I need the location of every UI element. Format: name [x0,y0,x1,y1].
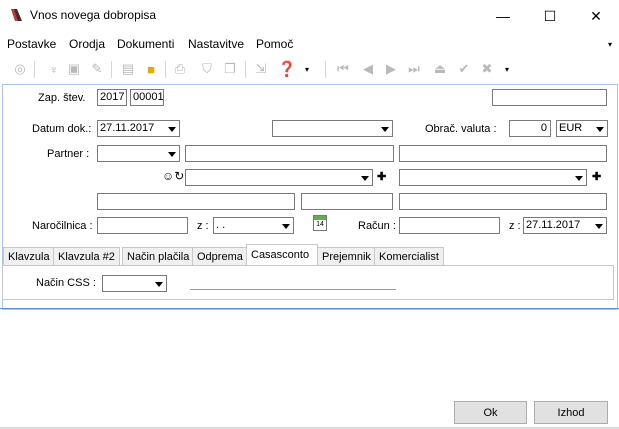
chevron-down-icon [168,127,176,132]
racun-date-value: 27.11.2017 [526,219,581,231]
shield-icon[interactable]: ⛉ [198,60,216,78]
minimize-button[interactable]: — [480,0,526,32]
toolbar-separator [111,61,112,78]
export-icon[interactable]: ⇲ [252,60,270,78]
document-type-dropdown[interactable] [272,120,393,137]
menu-postavke[interactable]: Postavke [7,37,56,51]
partner-address-field[interactable] [399,145,607,162]
nacin-css-label: Način CSS : [36,277,96,289]
address-field-1[interactable] [97,193,295,210]
ok-button[interactable]: Ok [454,401,527,424]
calendar-icon[interactable]: 14 [313,215,327,231]
contact-dropdown-2[interactable] [399,169,587,186]
menu-dokumenti[interactable]: Dokumenti [117,37,174,51]
z-label-1: z : [197,220,209,232]
nacin-css-description-line [190,289,396,290]
toolbar: ◎ ♆ ▣ ✎ ▤ ■ ⎙ ⛉ ❐ ⇲ ❓ ▾ ⏮ ◀ ▶ ⏭ ⏏ ✔ ✖ ▾ [0,57,619,82]
cancel-icon[interactable]: ✖ [478,60,496,78]
racun-date-dropdown[interactable]: 27.11.2017 [523,217,607,234]
menu-orodja[interactable]: Orodja [69,37,105,51]
calendar-day: 14 [316,221,324,228]
new-icon[interactable]: ◎ [11,60,29,78]
toolbar-separator [245,61,246,78]
chevron-down-icon [381,127,389,132]
narocilnica-field[interactable] [97,217,188,234]
next-record-icon[interactable]: ▶ [382,60,400,78]
copy-icon[interactable]: ❐ [221,60,239,78]
nacin-css-dropdown[interactable] [102,275,167,292]
exit-button[interactable]: Izhod [534,401,608,424]
document-ref-field[interactable] [492,89,607,106]
form-bottom-border [0,308,619,309]
last-record-icon[interactable]: ⏭ [405,60,423,78]
help-icon[interactable]: ❓ [278,60,297,78]
menu-nastavitve[interactable]: Nastavitve [188,37,244,51]
racun-field[interactable] [399,217,500,234]
tab-klavzula-2[interactable]: Klavzula #2 [53,247,120,265]
confirm-icon[interactable]: ✔ [455,60,473,78]
datum-value: 27.11.2017 [100,122,155,134]
toolbar-overflow-icon[interactable]: ▾ [498,60,516,78]
toolbar-separator [325,61,326,78]
save-icon[interactable]: ▣ [65,60,83,78]
tab-casasconto[interactable]: Casasconto [246,244,318,266]
narocilnica-label: Naročilnica : [32,220,93,232]
menu-overflow-icon[interactable]: ▾ [608,40,612,49]
close-button[interactable]: ✕ [573,0,619,32]
edit-icon[interactable]: ✎ [88,60,106,78]
tab-komercialist[interactable]: Komercialist [374,247,444,265]
delete-icon[interactable]: ▤ [119,60,137,78]
partner-name-field[interactable] [185,145,394,162]
partner-dropdown[interactable] [97,145,180,162]
obrac-label: Obrač. valuta : [425,123,497,135]
help-dropdown-icon[interactable]: ▾ [298,60,316,78]
lock-icon[interactable]: ■ [142,60,160,78]
zap-label: Zap. štev. [38,92,86,104]
tab-prejemnik[interactable]: Prejemnik [317,247,376,265]
eject-icon[interactable]: ⏏ [431,60,449,78]
toolbar-separator [34,61,35,78]
zap-year-field[interactable]: 2017 [97,89,127,106]
tab-odprema[interactable]: Odprema [192,247,248,265]
first-record-icon[interactable]: ⏮ [334,60,352,78]
narocilnica-date-value: . . [216,219,226,231]
maximize-button[interactable]: ☐ [527,0,573,32]
datum-dropdown[interactable]: 27.11.2017 [97,120,180,137]
tab-nacin-placila[interactable]: Način plačila [122,247,195,265]
chevron-down-icon [575,176,583,181]
add-contact-icon[interactable]: ✚ [592,170,601,183]
chevron-down-icon [168,152,176,157]
currency-dropdown[interactable]: EUR [556,120,608,137]
chevron-down-icon [361,176,369,181]
add-contact-icon[interactable]: ✚ [377,170,386,183]
app-icon [11,9,22,21]
menu-bar: Postavke Orodja Dokumenti Nastavitve Pom… [0,34,619,54]
window-title: Vnos novega dobropisa [30,8,157,22]
tab-klavzula[interactable]: Klavzula [3,247,55,265]
racun-label: Račun : [358,220,396,232]
address-field-2[interactable] [301,193,393,210]
refresh-partner-icon[interactable]: ☺↻ [162,169,184,183]
datum-label: Datum dok.: [32,123,92,135]
chevron-down-icon [595,224,603,229]
print-icon[interactable]: ⎙ [171,60,189,78]
z-label-2: z : [509,220,521,232]
chevron-down-icon [155,282,163,287]
chevron-down-icon [596,127,604,132]
contact-dropdown-1[interactable] [185,169,373,186]
currency-value: EUR [559,122,583,134]
toolbar-separator [165,61,166,78]
zap-number-field[interactable]: 00001 [130,89,164,106]
address-field-3[interactable] [399,193,607,210]
menu-pomoc[interactable]: Pomoč [256,37,293,51]
narocilnica-date-dropdown[interactable]: . . [213,217,294,234]
prev-record-icon[interactable]: ◀ [359,60,377,78]
pin-icon[interactable]: ♆ [45,60,63,78]
partner-label: Partner : [47,148,90,160]
title-bar: Vnos novega dobropisa — ☐ ✕ [0,0,619,32]
chevron-down-icon [282,224,290,229]
tab-casasconto-label: Casasconto [251,249,310,261]
obrac-value-field[interactable]: 0 [509,120,551,137]
